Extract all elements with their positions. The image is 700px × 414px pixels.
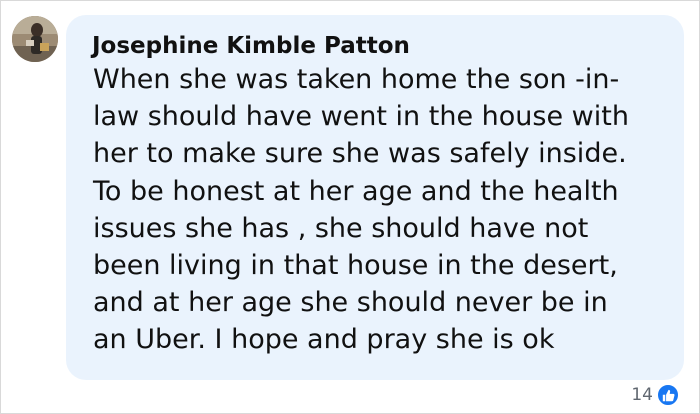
comment-text-line: To be honest at her age and the health — [93, 175, 619, 207]
thumbs-up-icon — [656, 383, 680, 407]
comment-text-line: and at her age she should never be in — [93, 287, 608, 319]
comment-body: When she was taken home the son -in- law… — [93, 61, 673, 359]
comment-text-line: When she was taken home the son -in- — [93, 64, 620, 95]
reaction-summary[interactable]: 14 — [631, 383, 680, 407]
comment-author-name[interactable]: Josephine Kimble Patton — [92, 33, 410, 59]
avatar[interactable] — [12, 16, 58, 62]
profile-photo — [12, 16, 58, 62]
comment-text-line: her to make sure she was safely inside. — [93, 138, 627, 170]
comment-text-line: been living in that house in the desert, — [93, 250, 618, 282]
comment-text-line: an Uber. I hope and pray she is ok — [93, 324, 555, 356]
comment-text-line: issues she has , she should have not — [93, 212, 589, 244]
reaction-count: 14 — [631, 385, 653, 405]
comment-text-line: law should have went in the house with — [93, 101, 629, 133]
